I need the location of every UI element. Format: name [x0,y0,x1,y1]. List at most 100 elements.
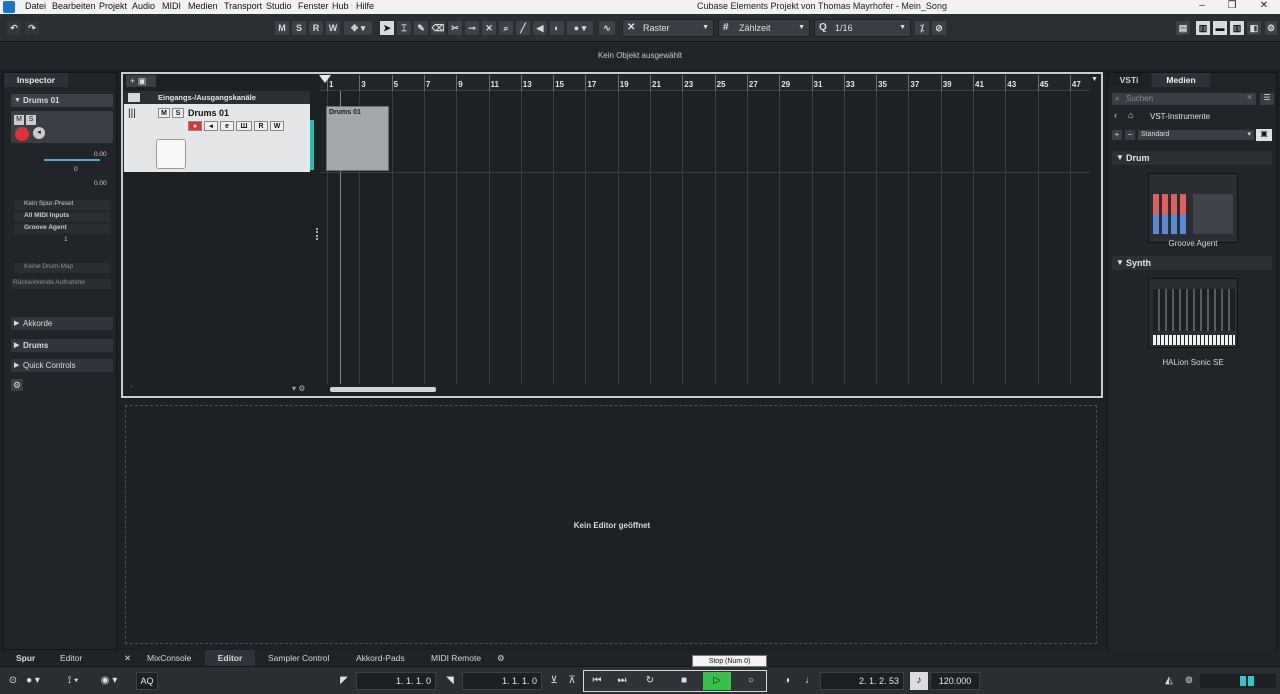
metronome-sync-icon[interactable]: ◑ [776,672,798,690]
glue-tool-icon[interactable]: ⊸ [464,20,480,36]
ruler[interactable]: 1 3 5 7 9 11 13 15 17 19 21 23 25 27 29 31 33 35 37 39 41 43 4… [320,75,1090,91]
snap-toggle-icon[interactable]: ∿ [598,20,616,36]
zoom-tool-icon[interactable]: ⌕ [498,20,514,36]
performance-icon[interactable]: ⊚ [1178,672,1200,690]
drum-map-field[interactable]: Keine Drum-Map [14,263,110,273]
activate-project-icon[interactable]: ⊙ [2,672,24,690]
position-display[interactable]: 2. 1. 2. 53 [820,672,904,690]
halion-thumbnail[interactable] [1148,278,1238,348]
close-lower-zone-icon[interactable]: ✕ [124,653,131,664]
tab-medien[interactable]: Medien [1152,73,1210,87]
search-input[interactable]: ⌕ Suchen ✕ [1112,93,1256,105]
folder-track[interactable]: Eingangs-/Ausgangskanäle [124,91,310,104]
color-tool-icon[interactable]: ◐ [549,20,565,36]
tab-inspector[interactable]: Inspector [4,73,68,87]
horizontal-scrollbar[interactable] [330,387,436,392]
track-picture[interactable] [156,139,186,169]
track-write-button[interactable]: W [270,121,284,131]
event-display[interactable] [320,91,1090,384]
track-solo-button[interactable]: S [172,108,184,118]
solo-all-button[interactable]: S [291,20,307,36]
control-room-icon[interactable]: ◧ [1246,20,1262,36]
mute-tool-icon[interactable]: ✕ [481,20,497,36]
snap-type-select[interactable]: ✕ Raster ▼ [622,19,714,37]
tab-mixconsole[interactable]: MixConsole [147,653,191,663]
menu-transport[interactable]: Transport [224,1,262,11]
auto-quantize-button[interactable]: AQ [136,672,158,690]
monitor-icon[interactable]: ◂ [33,127,45,139]
tab-spur[interactable]: Spur [16,653,35,663]
add-track-icon[interactable]: + ▣ [126,75,156,87]
menu-hilfe[interactable]: Hilfe [356,1,374,11]
range-tool-icon[interactable]: ⌶ [396,20,412,36]
tab-midi-remote[interactable]: MIDI Remote [431,653,481,663]
write-all-button[interactable]: W [325,20,341,36]
lower-zone-icon[interactable]: ▬ [1212,20,1228,36]
clear-search-icon[interactable]: ✕ [1246,93,1253,102]
retro-record-field[interactable]: Rückwirkende Aufnahme [11,279,111,289]
filter-select[interactable]: Standard ▾ [1138,130,1254,140]
tab-vsti[interactable]: VSTi [1108,73,1150,87]
close-button[interactable]: ✕ [1254,0,1274,11]
color-wheel-icon[interactable]: ◉ ▾ [96,672,122,690]
menu-audio[interactable]: Audio [132,1,155,11]
lower-zone-settings-icon[interactable]: ⚙ [497,653,505,664]
grid-type-select[interactable]: # Zählzeit ▼ [718,19,810,37]
midi-channel-value[interactable]: 1 [64,236,68,243]
track-read-button[interactable]: R [254,121,268,131]
read-all-button[interactable]: R [308,20,324,36]
track-record-button[interactable]: ● [188,121,202,131]
scroll-up-icon[interactable]: ▼ [1091,76,1098,83]
midi-part[interactable]: Drums 01 [326,106,389,171]
expand-all-icon[interactable]: + [1112,130,1122,140]
track-mute-button[interactable]: M [158,108,170,118]
pan-value[interactable]: 0 [74,166,78,173]
menu-hub[interactable]: Hub [332,1,349,11]
color-menu-icon[interactable]: ● ▾ [566,20,594,36]
inspector-section-quick-controls[interactable]: ▶ Quick Controls [11,359,113,372]
pointer-tool-icon[interactable]: ➤ [379,20,395,36]
menu-fenster[interactable]: Fenster [298,1,329,11]
menu-bearbeiten[interactable]: Bearbeiten [52,1,96,11]
quantize-apply-icon[interactable]: ⁒ [914,20,930,36]
right-locator-field[interactable]: 1. 1. 1. 0 [462,672,542,690]
go-to-end-icon[interactable]: ⏭ [611,672,633,690]
punch-out-icon[interactable]: ⊼ [564,672,580,690]
project-cursor-icon[interactable] [319,75,331,83]
cycle-icon[interactable]: ↻ [639,672,661,690]
minimize-button[interactable]: – [1192,0,1212,11]
punch-in-icon[interactable]: ⊻ [546,672,562,690]
quantize-select[interactable]: Q 1/16 ▼ [814,19,911,37]
audio-monitor-icon[interactable]: ⟟ ▾ [60,672,86,690]
undo-icon[interactable]: ↶ [6,20,22,36]
tab-akkord-pads[interactable]: Akkord-Pads [356,653,405,663]
metronome-icon[interactable]: ♪ [910,672,928,690]
line-tool-icon[interactable]: ╱ [515,20,531,36]
split-tool-icon[interactable]: ✂ [447,20,463,36]
maximize-button[interactable]: ❐ [1222,0,1242,11]
midi-output-field[interactable]: Groove Agent [14,224,110,234]
tab-editor-left[interactable]: Editor [60,653,82,663]
right-locator-icon[interactable]: ◥ [442,672,458,690]
autoscroll-icon[interactable]: ✥ ▾ [343,20,373,36]
midi-input-field[interactable]: All MIDI Inputs [14,212,110,222]
divider-handle[interactable] [316,228,318,240]
list-view-icon[interactable]: ☰ [1260,93,1274,105]
menu-datei[interactable]: Datei [25,1,46,11]
category-drum[interactable]: ▼ Drum [1112,151,1272,165]
track-name[interactable]: Drums 01 [188,108,229,118]
tab-editor[interactable]: Editor [205,650,255,666]
track-edit-icon[interactable]: e [220,121,234,131]
collapse-all-icon[interactable]: − [1125,130,1135,140]
menu-medien[interactable]: Medien [188,1,218,11]
delay-value[interactable]: 0.00 [94,180,107,187]
volume-fader[interactable] [44,159,100,161]
record-button[interactable]: ○ [740,672,762,690]
right-zone-icon[interactable]: ▥ [1229,20,1245,36]
menu-projekt[interactable]: Projekt [99,1,127,11]
inspector-section-akkorde[interactable]: ▶ Akkorde [11,317,113,330]
play-tool-icon[interactable]: ◀ [532,20,548,36]
category-synth[interactable]: ▼ Synth [1112,256,1272,270]
track-header-drums[interactable]: ||| M S Drums 01 ● ◂ e Ш R W [124,104,314,172]
inspector-track-section[interactable]: ▼ Drums 01 [11,94,113,107]
